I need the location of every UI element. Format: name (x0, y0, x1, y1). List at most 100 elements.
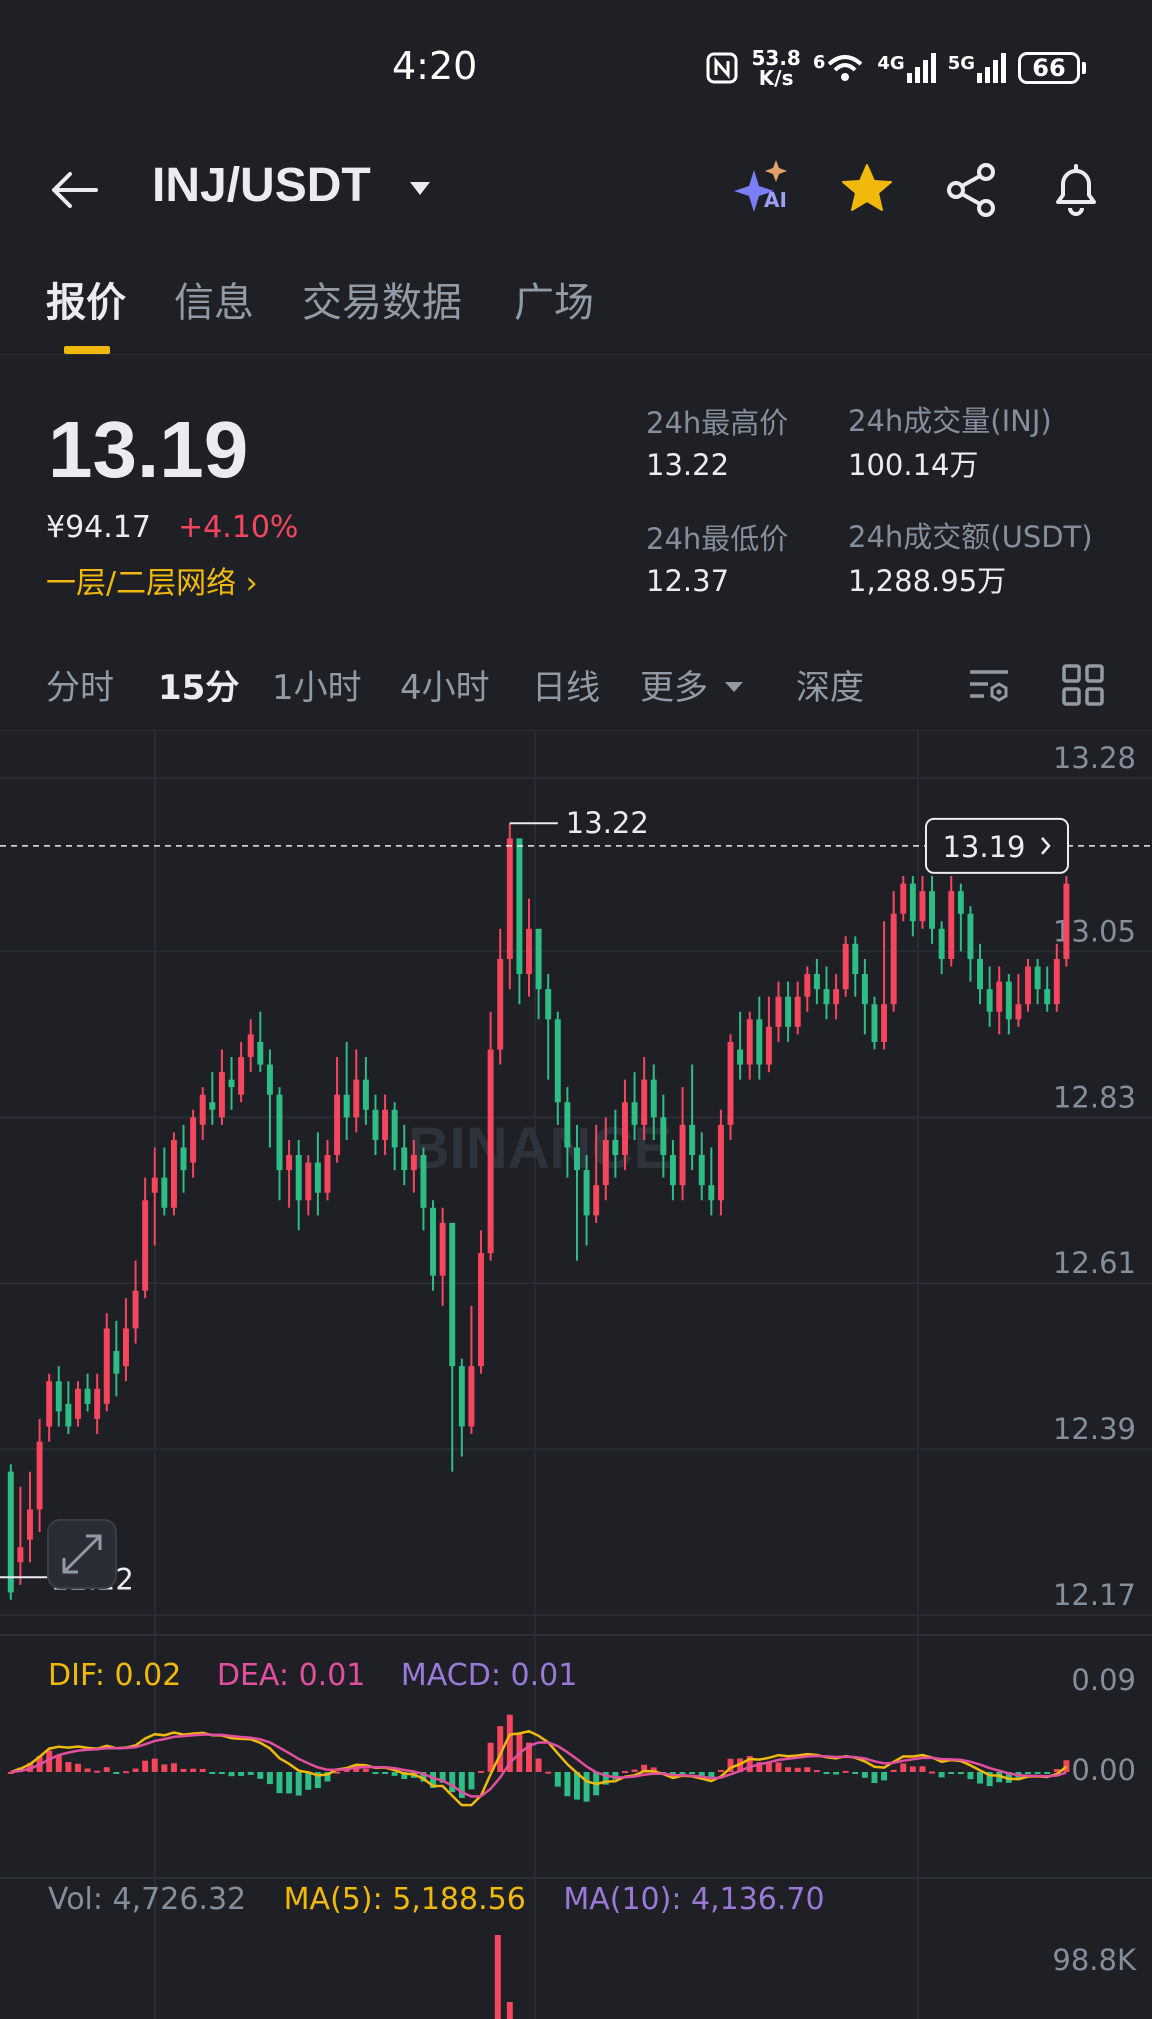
tab-info[interactable]: 信息 (174, 270, 254, 328)
nfc-icon (706, 52, 738, 84)
network-link[interactable]: 一层/二层网络 › (46, 558, 258, 602)
network-speed-value: 53.8 (751, 46, 801, 70)
wifi-icon (828, 55, 863, 81)
candle-body (545, 989, 552, 1020)
macd-legend: DIF: 0.02 DEA: 0.01 MACD: 0.01 (48, 1658, 577, 1693)
candle-body (986, 989, 993, 1012)
favorite-star-icon[interactable] (840, 162, 894, 216)
macd-histogram-bar (804, 1767, 811, 1772)
candle-body (900, 883, 907, 914)
interval-1h[interactable]: 1小时 (272, 660, 362, 709)
candle-body (698, 1155, 705, 1186)
volume-legend: Vol: 4,726.32 MA(5): 5,188.56 MA(10): 4,… (48, 1882, 825, 1917)
tab-square[interactable]: 广场 (514, 270, 594, 328)
macd-histogram-bar (938, 1772, 945, 1778)
signal-bars-icon (977, 53, 1006, 83)
candle-body (27, 1509, 33, 1540)
macd-histogram-bar (132, 1768, 139, 1772)
macd-histogram-bar (813, 1770, 820, 1773)
candle-body (823, 989, 830, 1005)
price-alert-bell-icon[interactable] (1048, 160, 1104, 218)
macd-histogram-bar (794, 1767, 801, 1772)
interval-more[interactable]: 更多 (640, 660, 708, 709)
volume-value: 100.14万 (848, 448, 979, 482)
expand-chart-button[interactable] (47, 1519, 117, 1589)
candle-body (516, 838, 523, 975)
candle-body (228, 1079, 235, 1088)
candle-body (103, 1328, 110, 1404)
interval-time[interactable]: 分时 (46, 660, 114, 709)
macd-histogram-bar (180, 1768, 187, 1772)
candle-body (478, 1253, 484, 1367)
macd-histogram-bar (247, 1772, 254, 1775)
candle-body (717, 1124, 724, 1201)
share-icon[interactable] (944, 162, 1000, 218)
candle-body (612, 1139, 619, 1156)
dif-label: DIF: 0.02 (48, 1658, 182, 1693)
macd-histogram-bar (871, 1772, 878, 1784)
battery-icon: 66 (1018, 52, 1080, 84)
macd-histogram-bar (833, 1772, 840, 1775)
candle-body (746, 1019, 753, 1065)
macd-histogram-bar (861, 1772, 868, 1778)
macd-histogram-bar (765, 1763, 772, 1772)
layout-grid-icon[interactable] (1060, 662, 1106, 708)
macd-histogram-bar (775, 1762, 782, 1772)
macd-histogram-bar (382, 1772, 389, 1774)
indicator-settings-icon[interactable] (966, 662, 1012, 708)
macd-histogram-bar (199, 1768, 206, 1772)
low-label: 24h最低价 (646, 522, 789, 556)
candle-body (948, 891, 955, 959)
candle-body (1005, 981, 1012, 1020)
candle-body (1015, 1004, 1022, 1020)
macd-histogram-bar (84, 1768, 91, 1772)
macd-histogram-bar (286, 1772, 293, 1794)
high-label: 24h最高价 (646, 406, 789, 440)
y-tick-label: 12.39 (1053, 1412, 1136, 1446)
candle-body (631, 1102, 638, 1125)
candle-body (209, 1102, 216, 1110)
network-speed: 53.8 K/s (751, 48, 800, 88)
back-arrow-icon[interactable] (48, 170, 100, 210)
candle-body (314, 1162, 321, 1193)
watermark-text: BINANCE (408, 1116, 672, 1181)
interval-1d[interactable]: 日线 (532, 660, 600, 709)
macd-histogram-bar (545, 1771, 552, 1774)
macd-histogram-bar (1034, 1772, 1041, 1774)
y-tick-label: 12.83 (1053, 1080, 1136, 1114)
candle-body (449, 1222, 456, 1367)
ma5-label: MA(5): 5,188.56 (283, 1882, 526, 1917)
macd-histogram-bar (295, 1772, 302, 1796)
pair-selector[interactable]: INJ/USDT (152, 158, 371, 213)
candlestick-chart[interactable]: 13.2813.0512.8312.6112.3912.17BINANCE13.… (0, 730, 1152, 2019)
macd-histogram-bar (238, 1772, 245, 1776)
interval-4h[interactable]: 4小时 (400, 660, 490, 709)
interval-15m[interactable]: 15分 (158, 660, 239, 709)
macd-histogram-bar (977, 1772, 984, 1784)
ai-assistant-icon[interactable]: AI (734, 158, 794, 218)
candle-body (353, 1079, 360, 1118)
tab-trading-data[interactable]: 交易数据 (302, 270, 462, 328)
candle-body (804, 974, 811, 997)
candle-body (1034, 966, 1041, 990)
price-change-percent: +4.10% (178, 510, 299, 545)
candle-body (74, 1388, 81, 1419)
candle-body (247, 1034, 254, 1057)
candle-body (55, 1381, 62, 1412)
macd-histogram-bar (190, 1768, 197, 1772)
tab-quote[interactable]: 报价 (46, 270, 126, 328)
macd-histogram-bar (478, 1770, 484, 1773)
macd-histogram-bar (305, 1772, 312, 1790)
candle-body (190, 1117, 197, 1163)
candle-body (266, 1064, 273, 1095)
candle-body (977, 958, 984, 990)
chevron-down-icon[interactable] (408, 180, 432, 198)
candle-body (1053, 958, 1060, 1005)
chevron-down-icon[interactable] (724, 680, 744, 694)
depth-tab[interactable]: 深度 (796, 660, 864, 709)
candle-body (957, 891, 964, 914)
macd-histogram-bar (852, 1772, 859, 1774)
candle-body (1044, 989, 1051, 1005)
macd-histogram-bar (1063, 1760, 1070, 1772)
turnover-label: 24h成交额(USDT) (848, 520, 1093, 554)
